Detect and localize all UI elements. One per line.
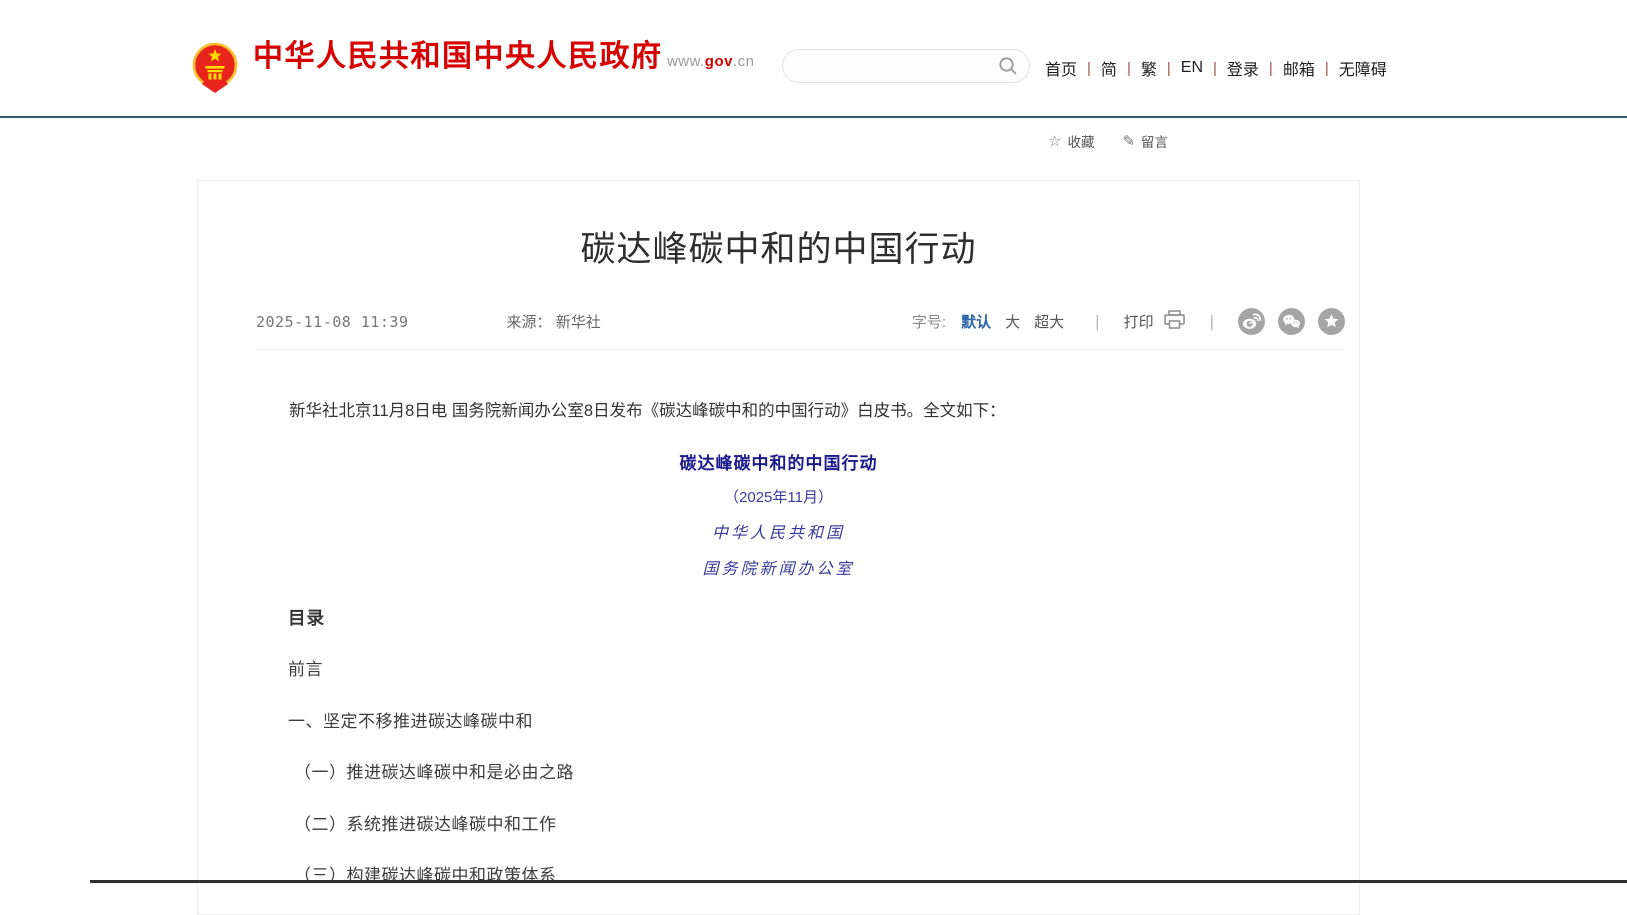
national-emblem-icon (192, 40, 238, 99)
nav-separator: | (1167, 60, 1171, 77)
toc-item: 一、坚定不移推进碳达峰碳中和 (288, 707, 1359, 732)
toc-item: （二）系统推进碳达峰碳中和工作 (288, 810, 1359, 835)
nav-separator: | (1269, 60, 1273, 77)
favorite-button[interactable]: ☆ 收藏 (1048, 131, 1094, 151)
nav-link-home[interactable]: 首页 (1045, 56, 1077, 80)
print-button[interactable]: 打印 (1124, 310, 1186, 333)
site-header: 中华人民共和国中央人民政府 www.gov.cn 首页 | 简 | 繁 | EN | 登录 | 邮箱… (0, 0, 1627, 118)
fontsize-label: 字号: (912, 311, 946, 332)
comment-label: 留言 (1141, 131, 1168, 151)
nav-link-english[interactable]: EN (1181, 59, 1203, 77)
nav-separator: | (1087, 60, 1091, 77)
nav-separator: | (1127, 60, 1131, 77)
star-share-icon[interactable] (1318, 308, 1345, 335)
nav-separator: | (1213, 60, 1217, 77)
site-url: www.gov.cn (667, 53, 755, 70)
page: 中华人民共和国中央人民政府 www.gov.cn 首页 | 简 | 繁 | EN | 登录 | 邮箱… (0, 0, 1627, 915)
search-icon[interactable] (998, 56, 1018, 76)
publish-date: 2025-11-08 11:39 (256, 313, 409, 331)
toc-heading: 目录 (288, 605, 1359, 630)
fontsize-large-button[interactable]: 大 (1005, 311, 1020, 332)
quick-actions: ☆ 收藏 ✎ 留言 (1048, 131, 1168, 151)
fontsize-default-button[interactable]: 默认 (961, 311, 991, 332)
pencil-icon: ✎ (1122, 132, 1135, 150)
site-title: 中华人民共和国中央人民政府 (253, 40, 663, 73)
article-meta-left: 2025-11-08 11:39 来源： 新华社 (256, 311, 601, 332)
print-label: 打印 (1124, 311, 1154, 332)
bottom-divider (90, 880, 1627, 883)
favorite-label: 收藏 (1067, 131, 1094, 151)
toc-list: 前言 一、坚定不移推进碳达峰碳中和 （一）推进碳达峰碳中和是必由之路 （二）系统… (288, 655, 1359, 915)
document-issuer-office: 国务院新闻办公室 (198, 555, 1359, 579)
document-date: （2025年11月） (198, 486, 1359, 507)
nav-link-login[interactable]: 登录 (1227, 56, 1259, 80)
top-nav: 首页 | 简 | 繁 | EN | 登录 | 邮箱 | 无障碍 (1045, 56, 1387, 80)
document-heading-block: 碳达峰碳中和的中国行动 （2025年11月） 中华人民共和国 国务院新闻办公室 (198, 449, 1359, 579)
article-lead-paragraph: 新华社北京11月8日电 国务院新闻办公室8日发布《碳达峰碳中和的中国行动》白皮书… (256, 398, 1299, 424)
share-icons (1238, 308, 1345, 335)
search-input[interactable] (787, 50, 998, 82)
article-source: 来源： 新华社 (507, 311, 601, 332)
search-box (782, 49, 1030, 83)
tools-separator: | (1210, 312, 1214, 332)
wechat-share-icon[interactable] (1278, 308, 1305, 335)
comment-button[interactable]: ✎ 留言 (1122, 131, 1168, 151)
weibo-share-icon[interactable] (1238, 308, 1265, 335)
document-title: 碳达峰碳中和的中国行动 (198, 449, 1359, 474)
page-title: 碳达峰碳中和的中国行动 (258, 221, 1299, 272)
article-meta-tools: 字号: 默认 大 超大 | 打印 | (912, 308, 1345, 335)
nav-link-mail[interactable]: 邮箱 (1283, 56, 1315, 80)
article-card: 碳达峰碳中和的中国行动 2025-11-08 11:39 来源： 新华社 字号:… (197, 180, 1360, 915)
site-logo[interactable]: 中华人民共和国中央人民政府 www.gov.cn (192, 40, 754, 99)
nav-link-simplified[interactable]: 简 (1101, 56, 1117, 80)
star-outline-icon: ☆ (1048, 132, 1061, 150)
toc-item: （一）推进碳达峰碳中和是必由之路 (288, 758, 1359, 783)
nav-link-traditional[interactable]: 繁 (1141, 56, 1157, 80)
article-meta-row: 2025-11-08 11:39 来源： 新华社 字号: 默认 大 超大 | 打… (256, 308, 1345, 350)
tools-separator: | (1095, 312, 1099, 332)
printer-icon (1163, 310, 1186, 333)
nav-link-accessibility[interactable]: 无障碍 (1339, 56, 1387, 80)
nav-separator: | (1325, 60, 1329, 77)
document-issuer-country: 中华人民共和国 (198, 519, 1359, 543)
fontsize-xlarge-button[interactable]: 超大 (1034, 311, 1064, 332)
toc-item: 前言 (288, 655, 1359, 680)
